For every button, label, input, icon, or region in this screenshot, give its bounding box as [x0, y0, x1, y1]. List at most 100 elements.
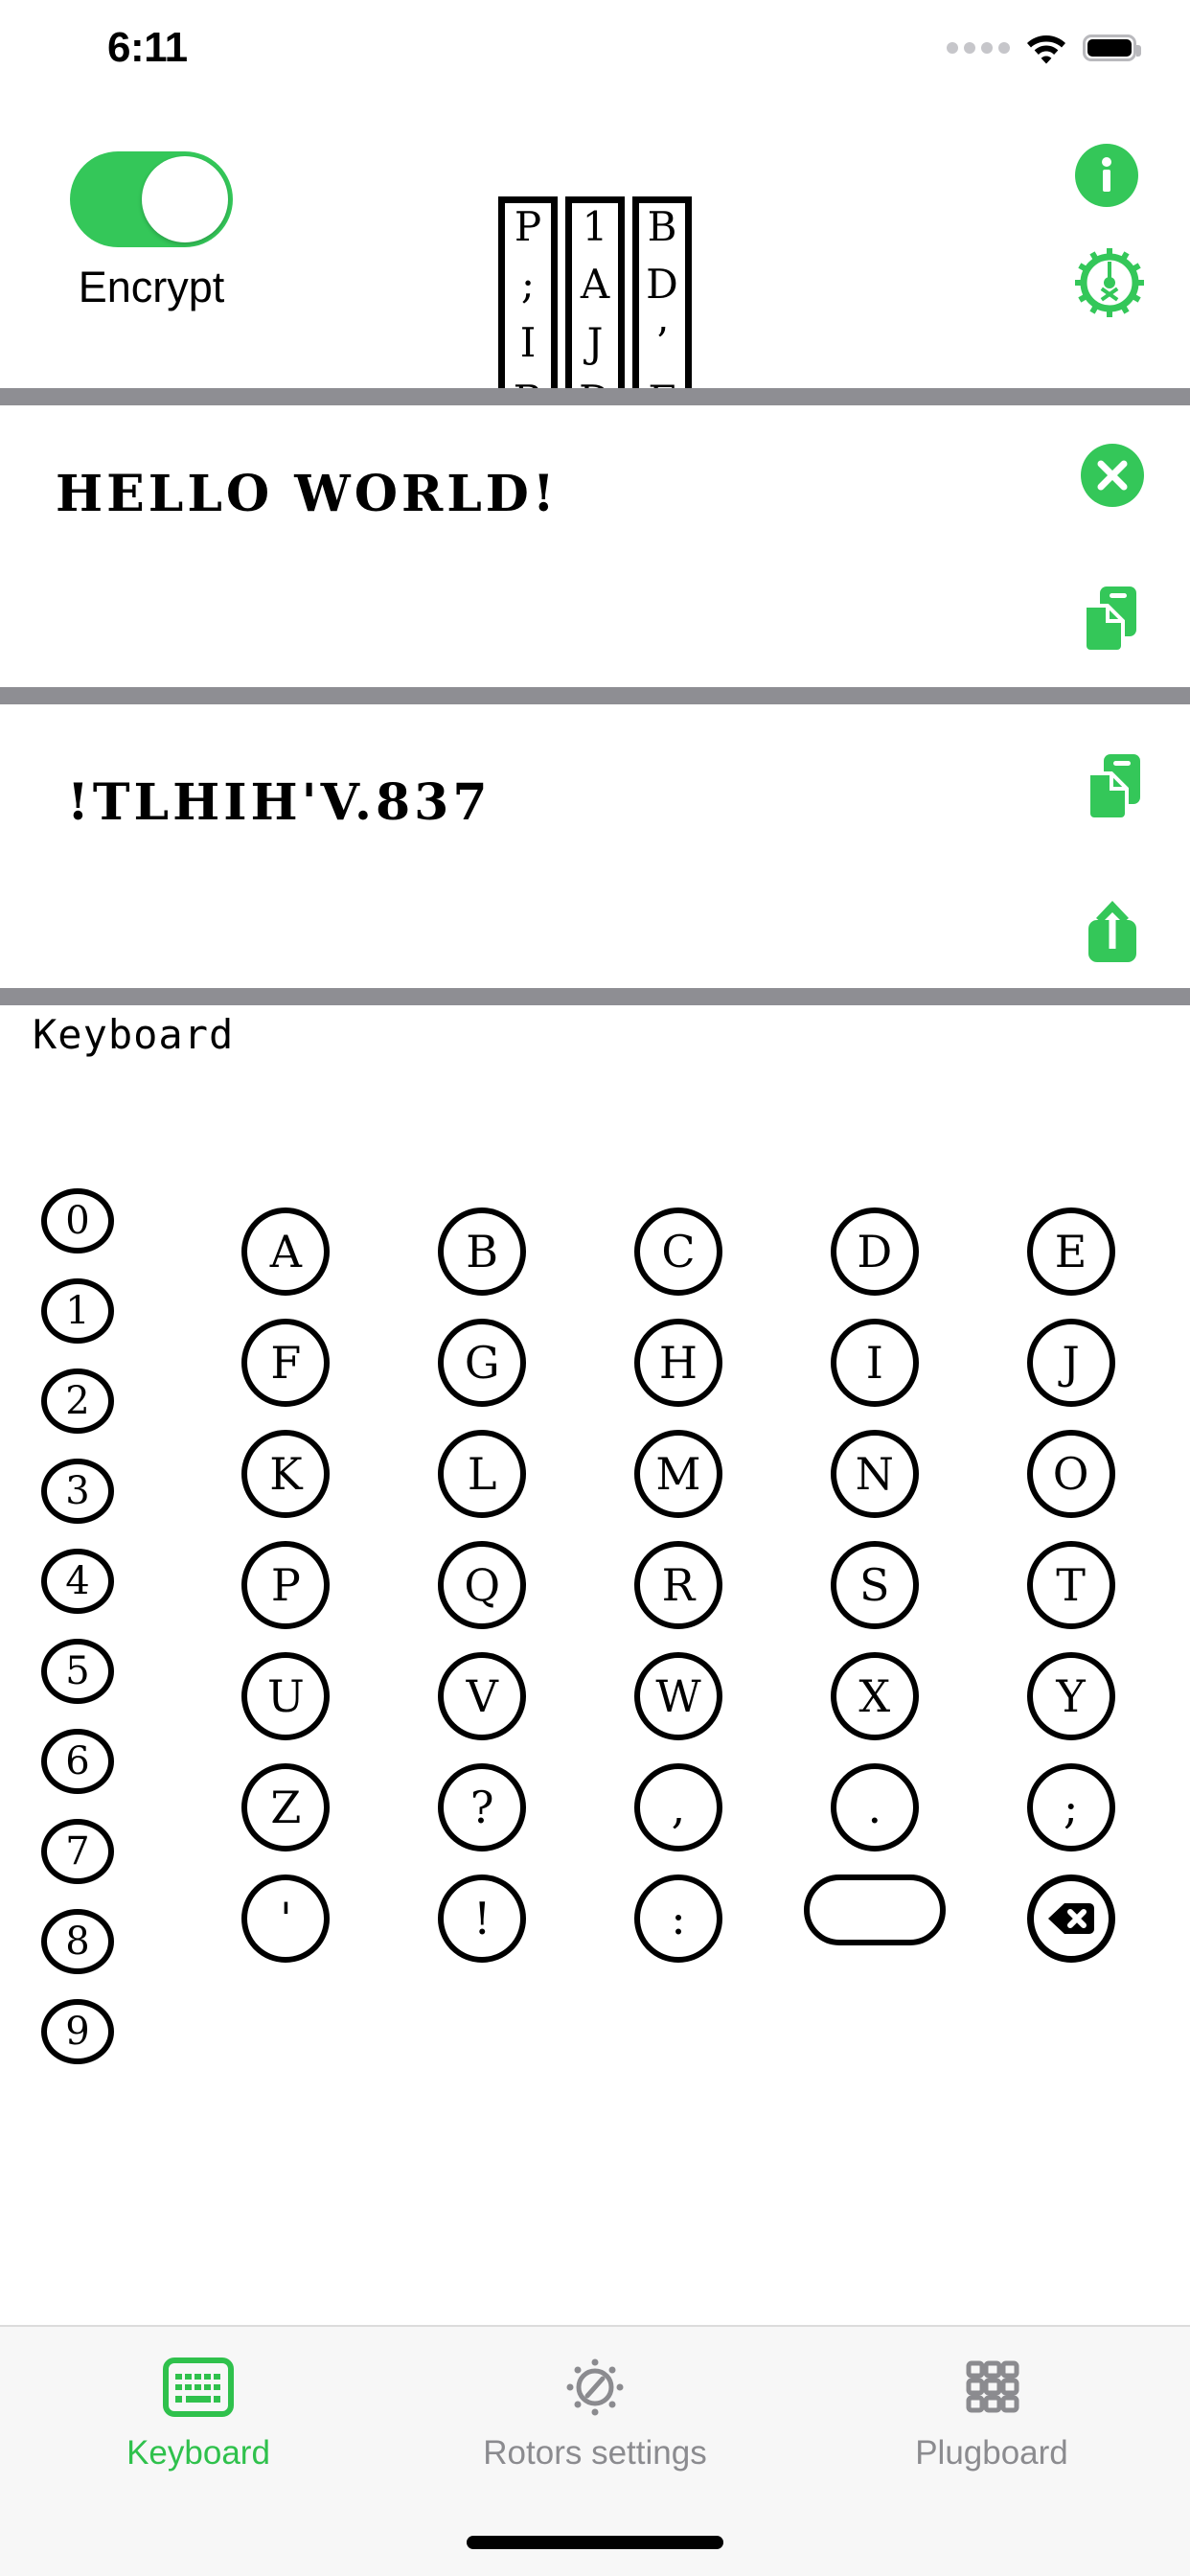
key-digit[interactable]: 9: [41, 1999, 114, 2064]
key-label: S: [859, 1563, 890, 1607]
info-circle-icon: [1075, 144, 1138, 207]
copy-input-button[interactable]: [1081, 586, 1144, 656]
input-panel[interactable]: HELLO WORLD!: [0, 405, 1190, 687]
key-apostrophe[interactable]: ': [241, 1874, 330, 1963]
key-g[interactable]: G: [438, 1319, 526, 1407]
rotor-1-char-1: ;: [521, 264, 535, 306]
separator-1: [0, 388, 1190, 405]
key-k[interactable]: K: [241, 1430, 330, 1518]
info-button[interactable]: [1075, 144, 1144, 212]
key-a[interactable]: A: [241, 1208, 330, 1296]
key-colon[interactable]: :: [634, 1874, 722, 1963]
output-panel[interactable]: !TLHIH'V.837: [0, 704, 1190, 988]
key-label: F: [270, 1341, 301, 1385]
gear-icon: [1075, 248, 1144, 317]
separator-3: [0, 988, 1190, 1005]
key-z[interactable]: Z: [241, 1763, 330, 1852]
key-h[interactable]: H: [634, 1319, 722, 1407]
key-s[interactable]: S: [831, 1541, 919, 1629]
copy-output-button[interactable]: [1085, 754, 1144, 824]
key-digit[interactable]: 1: [41, 1278, 114, 1344]
header-actions: [1075, 144, 1144, 358]
share-button[interactable]: [1085, 899, 1144, 969]
key-x[interactable]: X: [831, 1652, 919, 1740]
key-label: 5: [65, 1649, 89, 1693]
key-exclamation[interactable]: !: [438, 1874, 526, 1963]
key-label: Z: [270, 1785, 301, 1829]
key-label: 9: [65, 2010, 89, 2054]
backspace-delete-icon: [1043, 1891, 1099, 1946]
settings-button[interactable]: [1075, 248, 1144, 322]
tab-plugboard[interactable]: Plugboard: [793, 2358, 1190, 2472]
key-i[interactable]: I: [831, 1319, 919, 1407]
key-u[interactable]: U: [241, 1652, 330, 1740]
key-p[interactable]: P: [241, 1541, 330, 1629]
key-digit[interactable]: 0: [41, 1188, 114, 1254]
key-y[interactable]: Y: [1027, 1652, 1115, 1740]
key-label: E: [1055, 1230, 1087, 1274]
key-digit[interactable]: 3: [41, 1459, 114, 1524]
key-digit[interactable]: 8: [41, 1909, 114, 1974]
input-text[interactable]: HELLO WORLD!: [56, 465, 1014, 523]
key-label: 2: [65, 1379, 89, 1423]
key-space[interactable]: [804, 1874, 946, 1945]
key-b[interactable]: B: [438, 1208, 526, 1296]
key-label: ': [280, 1897, 292, 1941]
tab-keyboard[interactable]: Keyboard: [0, 2358, 397, 2472]
keyboard-area: 0 1 2 3 4 5 6 7 8 9 A B C D E F G H I J …: [0, 1188, 1190, 2252]
key-t[interactable]: T: [1027, 1541, 1115, 1629]
key-digit[interactable]: 2: [41, 1368, 114, 1434]
clear-button[interactable]: [1081, 444, 1144, 512]
key-e[interactable]: E: [1027, 1208, 1115, 1296]
key-digit[interactable]: 4: [41, 1549, 114, 1614]
key-label: 4: [65, 1559, 89, 1603]
key-q[interactable]: Q: [438, 1541, 526, 1629]
key-label: 3: [65, 1469, 89, 1513]
key-o[interactable]: O: [1027, 1430, 1115, 1518]
rotor-1-char-2: I: [520, 323, 537, 364]
key-comma[interactable]: ,: [634, 1763, 722, 1852]
key-question[interactable]: ?: [438, 1763, 526, 1852]
key-period[interactable]: .: [831, 1763, 919, 1852]
status-bar: 6:11: [0, 0, 1190, 96]
key-f[interactable]: F: [241, 1319, 330, 1407]
key-digit[interactable]: 6: [41, 1729, 114, 1794]
key-v[interactable]: V: [438, 1652, 526, 1740]
key-label: 8: [65, 1920, 89, 1964]
output-text: !TLHIH'V.837: [67, 773, 1025, 832]
wifi-icon: [1025, 32, 1067, 64]
key-label: 6: [65, 1739, 89, 1783]
key-l[interactable]: L: [438, 1430, 526, 1518]
key-semicolon[interactable]: ;: [1027, 1763, 1115, 1852]
key-n[interactable]: N: [831, 1430, 919, 1518]
tab-label: Keyboard: [126, 2434, 270, 2472]
rotor-2-char-0: 1: [583, 207, 608, 248]
rotor-3-char-1: D: [646, 264, 678, 306]
key-r[interactable]: R: [634, 1541, 722, 1629]
rotor-2-char-1: A: [581, 264, 609, 306]
key-backspace[interactable]: [1027, 1874, 1115, 1963]
key-label: B: [466, 1230, 498, 1274]
key-label: L: [468, 1452, 497, 1496]
key-d[interactable]: D: [831, 1208, 919, 1296]
copy-documents-icon: [1085, 754, 1144, 819]
key-c[interactable]: C: [634, 1208, 722, 1296]
key-label: A: [270, 1230, 302, 1274]
separator-2: [0, 687, 1190, 704]
status-indicators: [947, 32, 1136, 64]
key-j[interactable]: J: [1027, 1319, 1115, 1407]
key-m[interactable]: M: [634, 1430, 722, 1518]
tab-rotors-settings[interactable]: Rotors settings: [397, 2358, 793, 2472]
key-label: X: [858, 1674, 890, 1718]
battery-full-icon: [1083, 34, 1136, 61]
key-label: :: [671, 1897, 686, 1941]
status-time: 6:11: [107, 24, 188, 72]
signal-dots-icon: [947, 42, 1010, 54]
key-label: T: [1056, 1563, 1086, 1607]
key-label: Q: [464, 1563, 500, 1607]
key-w[interactable]: W: [634, 1652, 722, 1740]
key-digit[interactable]: 7: [41, 1819, 114, 1884]
plugboard-grid-icon: [956, 2358, 1027, 2417]
copy-documents-icon: [1081, 586, 1140, 652]
key-digit[interactable]: 5: [41, 1639, 114, 1704]
